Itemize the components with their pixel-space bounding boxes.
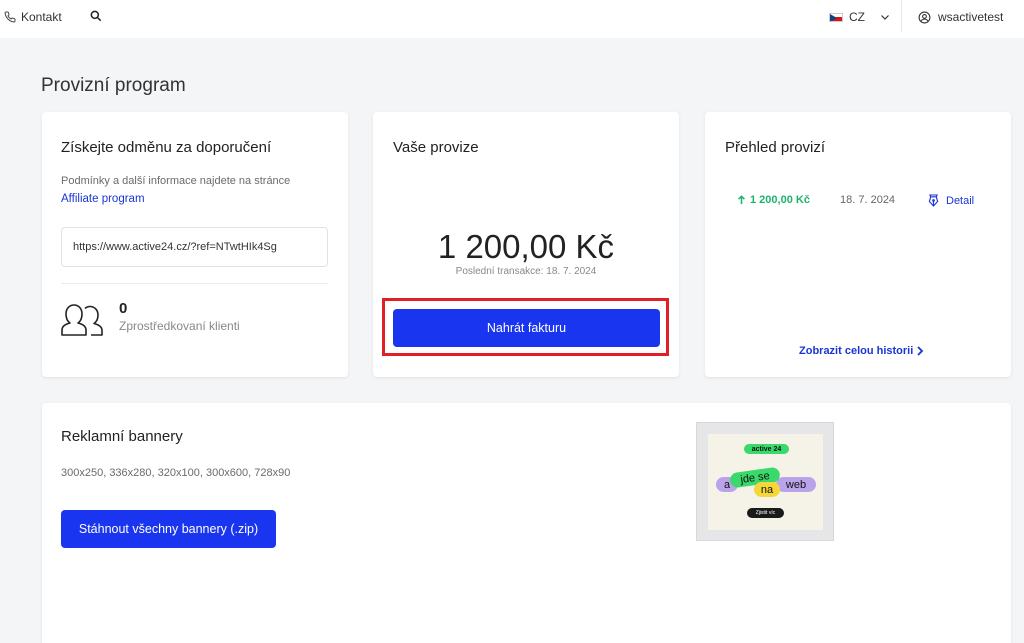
banners-card: Reklamní bannery 300x250, 336x280, 320x1… — [42, 403, 1011, 643]
pen-nib-icon — [928, 194, 939, 207]
chevron-down-icon — [881, 15, 889, 20]
contact-link[interactable]: Kontakt — [4, 10, 62, 24]
user-icon — [918, 11, 931, 23]
referral-title: Získejte odměnu za doporučení — [61, 139, 272, 156]
language-label: CZ — [849, 10, 865, 24]
show-history-label: Zobrazit celou historii — [799, 345, 914, 357]
referral-info-text: Podmínky a další informace najdete na st… — [61, 175, 291, 187]
chevron-right-icon — [917, 346, 924, 356]
divider — [61, 283, 328, 284]
search-icon[interactable] — [89, 9, 103, 23]
referral-card: Získejte odměnu za doporučení Podmínky a… — [42, 112, 348, 377]
banner-word-na: na — [754, 482, 780, 497]
phone-icon — [4, 11, 16, 23]
commission-title: Vaše provize — [393, 139, 479, 156]
commission-card: Vaše provize 1 200,00 Kč Poslední transa… — [373, 112, 679, 377]
clients-label: Zprostředkovaní klienti — [119, 319, 240, 333]
czech-flag-icon — [829, 12, 843, 22]
banner-image: active 24 a web jde se na Zjistit víc — [708, 434, 823, 530]
commission-amount: 1 200,00 Kč — [437, 228, 615, 265]
user-menu[interactable]: wsactivetest — [918, 10, 1003, 24]
top-bar: Kontakt CZ wsactivetest — [0, 0, 1024, 38]
history-amount: 1 200,00 Kč — [737, 194, 810, 206]
overview-title: Přehled provizí — [725, 139, 826, 156]
topbar-divider — [901, 0, 902, 32]
username: wsactivetest — [938, 10, 1004, 24]
banner-logo: active 24 — [744, 444, 789, 454]
banner-word-web: web — [776, 477, 816, 492]
banner-cta: Zjistit víc — [747, 508, 784, 518]
history-row: 1 200,00 Kč 18. 7. 2024 Detail — [737, 194, 997, 210]
banner-preview[interactable]: active 24 a web jde se na Zjistit víc — [696, 422, 834, 541]
commission-overview-card: Přehled provizí 1 200,00 Kč 18. 7. 2024 … — [705, 112, 1011, 377]
banners-title: Reklamní bannery — [61, 428, 183, 445]
arrow-up-icon — [738, 195, 745, 205]
download-banners-button[interactable]: Stáhnout všechny bannery (.zip) — [61, 510, 276, 548]
referral-url-field[interactable] — [61, 227, 328, 267]
language-selector[interactable]: CZ — [829, 10, 891, 24]
show-history-link[interactable]: Zobrazit celou historii — [799, 345, 924, 357]
page-title: Provizní program — [41, 75, 186, 96]
history-detail-label: Detail — [946, 194, 975, 207]
users-icon — [61, 304, 103, 336]
history-detail-link[interactable]: Detail — [928, 194, 974, 207]
history-amount-value: 1 200,00 Kč — [750, 194, 810, 206]
upload-invoice-button[interactable]: Nahrát fakturu — [393, 309, 660, 347]
last-transaction: Poslední transakce: 18. 7. 2024 — [455, 266, 597, 277]
history-date: 18. 7. 2024 — [840, 194, 896, 206]
clients-count: 0 — [119, 300, 128, 317]
banner-sizes: 300x250, 336x280, 320x100, 300x600, 728x… — [61, 467, 291, 479]
affiliate-program-link[interactable]: Affiliate program — [61, 193, 145, 205]
contact-label: Kontakt — [21, 10, 62, 24]
